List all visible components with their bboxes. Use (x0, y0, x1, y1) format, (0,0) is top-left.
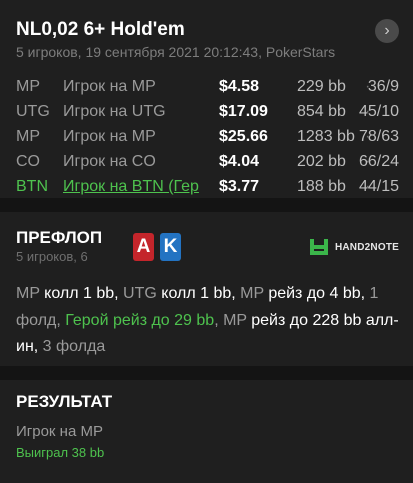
preflop-section: ПРЕФЛОП 5 игроков, 6 A K HAND2NOTE MP ко… (0, 212, 413, 366)
player-row[interactable]: MP Игрок на MP $25.66 1283 bb · 78/63 (16, 128, 399, 153)
result-section: РЕЗУЛЬТАТ Игрок на MP Выиграл 38 bb (0, 380, 413, 483)
player-label: 3 фолда (42, 338, 106, 355)
player-stats: 66/24 (358, 153, 399, 170)
player-stack: $17.09 (219, 103, 268, 120)
player-stack: $3.77 (219, 178, 260, 195)
player-stack-bb: 854 bb (297, 103, 346, 120)
player-stack-bb: 229 bb (297, 78, 346, 95)
player-label: MP (16, 285, 40, 302)
player-row[interactable]: CO Игрок на CO $4.04 202 bb · 66/24 (16, 153, 399, 178)
player-name: Игрок на MP (63, 78, 156, 95)
player-label: , (214, 311, 224, 329)
player-stats: 36/9 (367, 78, 399, 95)
hole-card-ace: A (133, 233, 154, 261)
hand-header-section: NL0,02 6+ Hold'em 5 игроков, 19 сентября… (0, 0, 413, 198)
player-position: UTG (16, 103, 50, 120)
hole-card-king: K (160, 233, 181, 261)
player-label: MP (223, 311, 247, 329)
player-stats: 45/10 (358, 103, 399, 120)
player-row[interactable]: MP Игрок на MP $4.58 229 bb · 36/9 (16, 78, 399, 103)
won-amount: Выиграл 38 bb (16, 445, 105, 460)
player-stack-bb: 188 bb (297, 178, 346, 195)
player-stack: $4.58 (219, 78, 260, 95)
winner-name: Игрок на MP (16, 423, 103, 440)
player-position: BTN (16, 178, 48, 195)
player-stats: 78/63 (358, 128, 399, 145)
player-name: Игрок на CO (63, 153, 156, 170)
player-row[interactable]: BTN Игрок на BTN (Гер $3.77 188 bb · 44/15 (16, 178, 399, 203)
player-stats: 44/15 (358, 178, 399, 195)
hand2note-logo-icon (309, 239, 328, 255)
player-label: UTG (123, 285, 157, 302)
preflop-actions: MP колл 1 bb, UTG колл 1 bb, MP рейз до … (16, 281, 399, 361)
players-table: MP Игрок на MP $4.58 229 bb · 36/9 UTG Игрок на… (16, 78, 399, 203)
section-divider (0, 366, 413, 380)
player-position: CO (16, 153, 40, 170)
action-text: колл 1 bb, (39, 285, 124, 302)
player-label: MP (240, 285, 264, 302)
preflop-subtitle: 5 игроков, 6 (16, 249, 88, 264)
player-name: Игрок на MP (63, 128, 156, 145)
player-name: Игрок на BTN (Гер (63, 178, 199, 195)
hand2note-logo-text: HAND2NOTE (334, 241, 399, 253)
hand2note-logo: HAND2NOTE (308, 236, 399, 258)
action-text: колл 1 bb, (156, 285, 241, 302)
hand-title: NL0,02 6+ Hold'em (16, 19, 185, 40)
action-text: рейз до 4 bb, (263, 285, 370, 302)
result-title: РЕЗУЛЬТАТ (16, 392, 113, 411)
player-stack: $25.66 (219, 128, 268, 145)
player-name: Игрок на UTG (63, 103, 166, 120)
player-stack: $4.04 (219, 153, 260, 170)
player-stack-bb: 1283 bb (297, 128, 355, 145)
preflop-title: ПРЕФЛОП (16, 228, 103, 247)
hero-action: Герой рейз до 29 bb (65, 311, 215, 329)
player-position: MP (16, 128, 40, 145)
player-row[interactable]: UTG Игрок на UTG $17.09 854 bb · 45/10 (16, 103, 399, 128)
player-position: MP (16, 78, 40, 95)
chevron-right-icon[interactable]: › (375, 19, 399, 43)
player-stack-bb: 202 bb (297, 153, 346, 170)
hand-subtitle: 5 игроков, 19 сентября 2021 20:12:43, Po… (16, 44, 336, 60)
